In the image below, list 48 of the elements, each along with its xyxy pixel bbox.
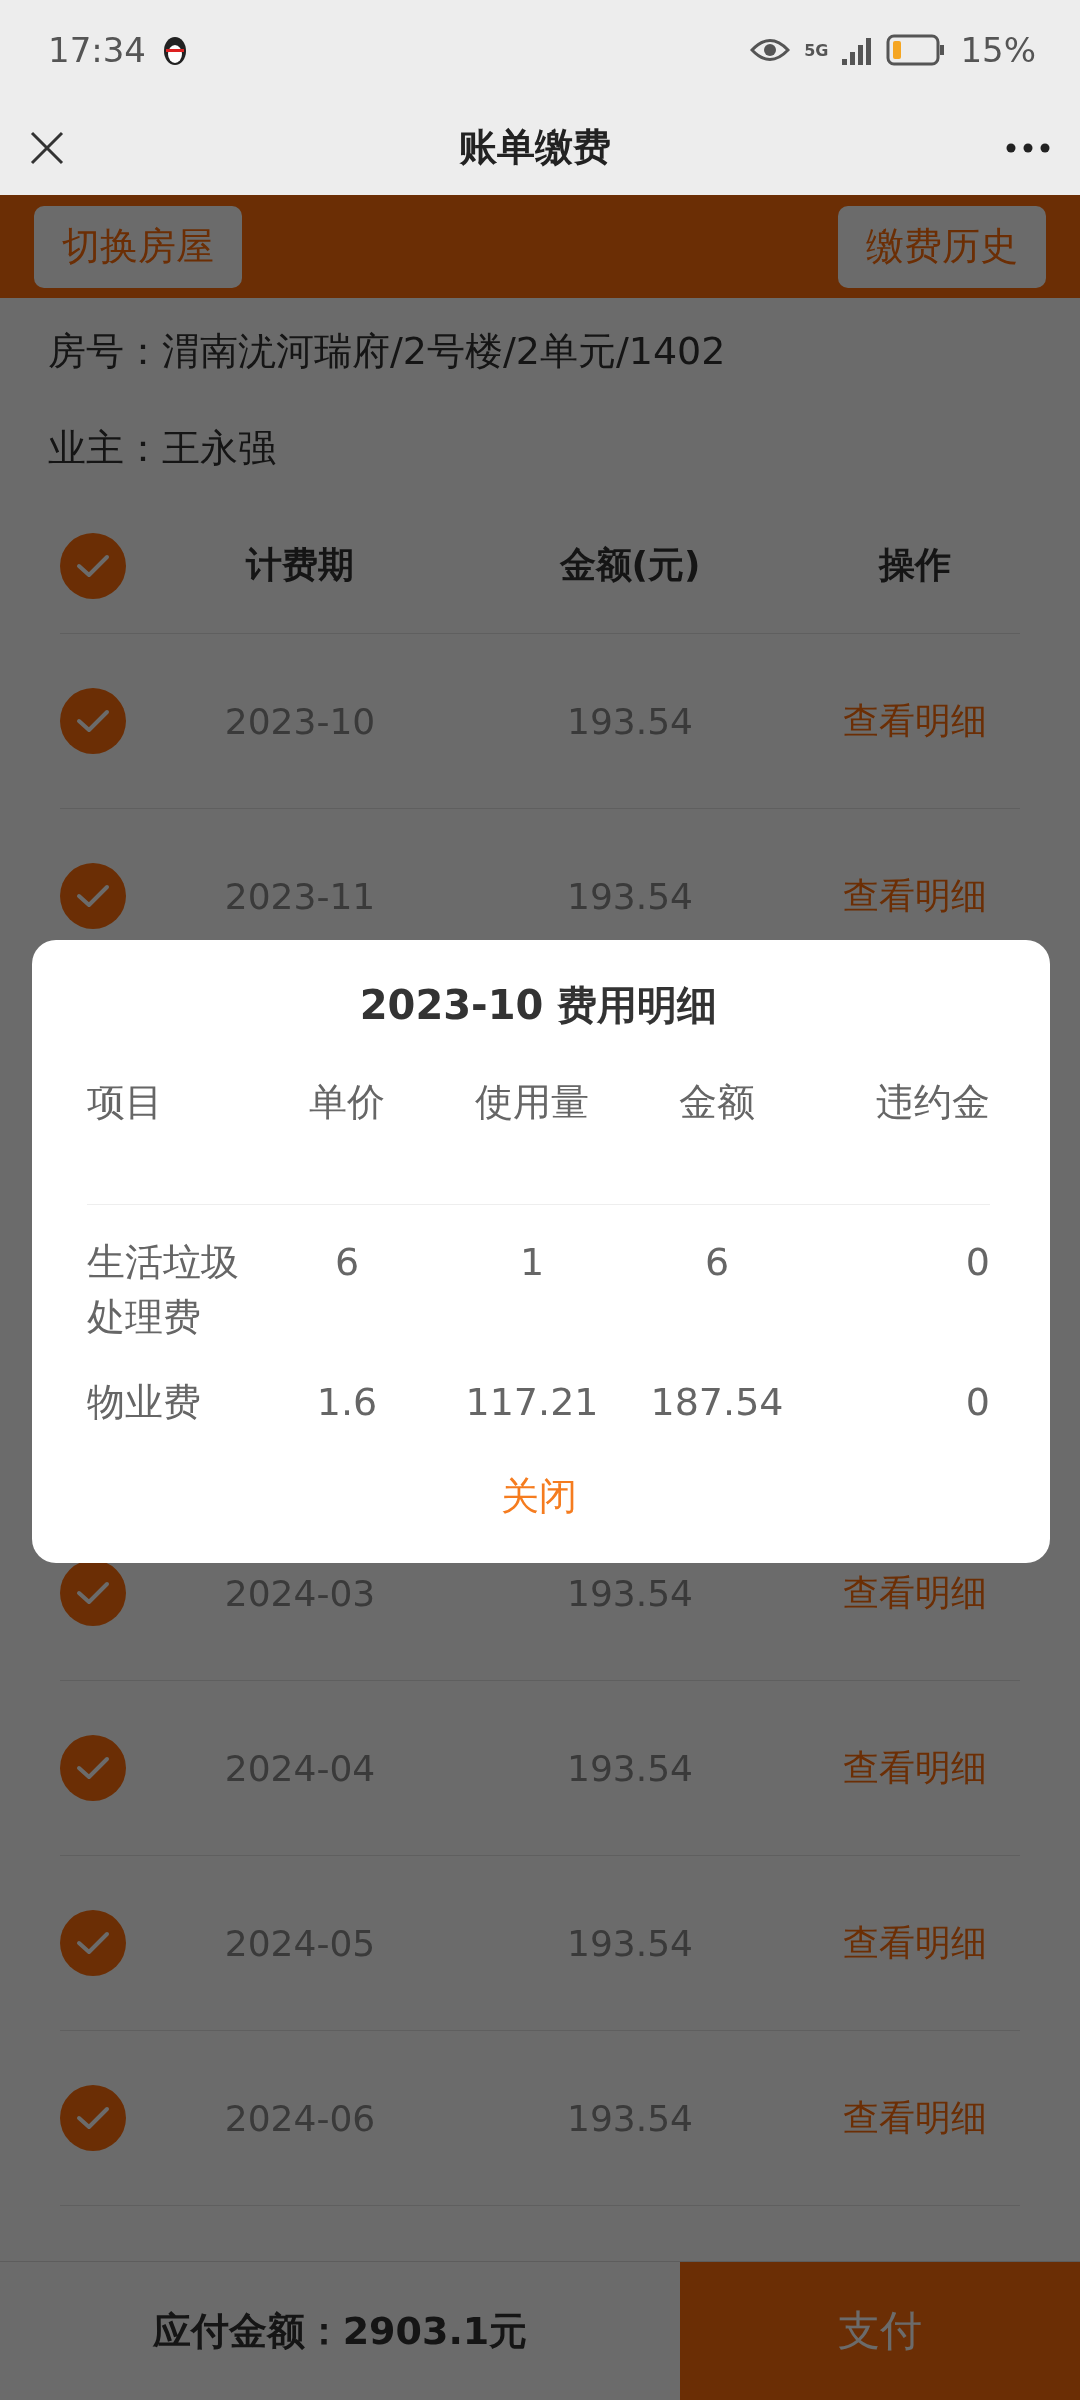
dialog-cell-text: 0 (965, 1379, 990, 1427)
dialog-column-header: 金额 (679, 1079, 755, 1126)
dialog-cell-text: 物业费 (87, 1379, 201, 1427)
dialog-title: 2023-10 费用明细 (359, 981, 718, 1030)
dialog-column-header: 违约金 (876, 1079, 990, 1126)
check-icon (76, 708, 110, 734)
payment-history-button[interactable]: 缴费历史 (838, 205, 1046, 288)
dialog-column-header: 项目 (87, 1079, 163, 1126)
dialog-cell-text: 生活垃圾处理费 (87, 1239, 240, 1342)
check-icon (76, 552, 110, 579)
battery-icon (886, 34, 947, 66)
eye-icon (750, 37, 791, 63)
check-icon (76, 1755, 110, 1781)
signal-icon (842, 35, 873, 65)
close-icon[interactable] (30, 130, 64, 165)
check-icon (76, 2105, 110, 2131)
page-title: 账单缴费 (459, 124, 611, 171)
dialog-cell-text: 6 (334, 1239, 360, 1287)
column-header: 金额(元) (559, 543, 701, 587)
check-icon (76, 883, 110, 909)
total-amount: 应付金额：2903.1元 (151, 2307, 529, 2355)
dialog-cell-text: 1.6 (316, 1379, 378, 1427)
dialog-column-header: 单价 (309, 1079, 385, 1126)
battery-percent: 15% (960, 30, 1036, 70)
status-time: 17:34 (48, 30, 146, 70)
view-detail-link[interactable]: 查看明细 (843, 1743, 987, 1793)
dialog-cell-text: 117.21 (465, 1379, 599, 1427)
dialog-cell-text: 187.54 (650, 1379, 784, 1427)
dialog-cell-text: 0 (965, 1239, 990, 1287)
check-icon (76, 1930, 110, 1956)
info-line: 业主：王永强 (48, 425, 277, 472)
check-icon (76, 1580, 110, 1606)
pay-button[interactable]: 支付 (680, 2262, 1080, 2400)
view-detail-link[interactable]: 查看明细 (843, 2093, 987, 2143)
column-header: 计费期 (246, 543, 354, 587)
dialog-cell-text: 6 (704, 1239, 730, 1287)
network-type: 5G (804, 40, 829, 60)
dialog-column-header: 使用量 (475, 1079, 589, 1126)
column-header: 操作 (879, 543, 951, 587)
switch-house-button[interactable]: 切换房屋 (34, 205, 242, 288)
dialog-cell-text: 1 (519, 1239, 545, 1287)
view-detail-link[interactable]: 查看明细 (843, 696, 987, 746)
close-button[interactable]: 关闭 (494, 1470, 583, 1524)
info-line: 房号：渭南沋河瑞府/2号楼/2单元/1402 (48, 328, 727, 375)
view-detail-link[interactable]: 查看明细 (843, 871, 987, 921)
view-detail-link[interactable]: 查看明细 (843, 1918, 987, 1968)
view-detail-link[interactable]: 查看明细 (843, 1568, 987, 1618)
more-icon[interactable] (1006, 142, 1050, 153)
